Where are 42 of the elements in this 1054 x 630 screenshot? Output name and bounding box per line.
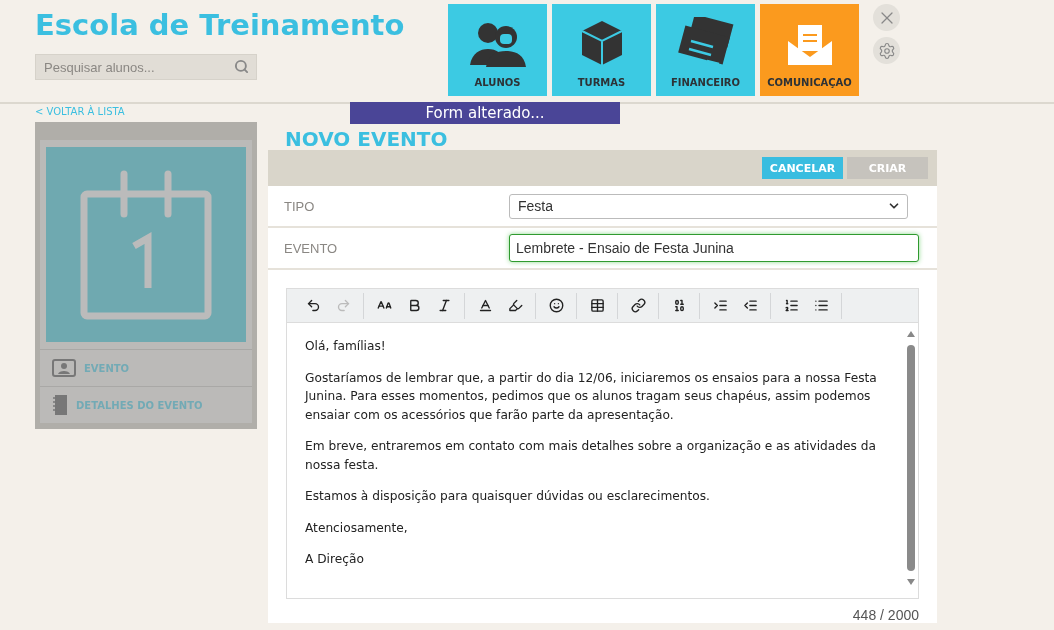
contact-card-icon bbox=[52, 359, 76, 377]
settings-icon bbox=[877, 41, 896, 60]
type-select[interactable]: Festa bbox=[509, 193, 908, 219]
paragraph: Estamos à disposição para quaisquer dúvidas ou esclarecimentos. bbox=[305, 488, 711, 505]
nav-tile[interactable]: COMUNICAÇAO bbox=[760, 4, 859, 96]
settings-button[interactable] bbox=[873, 37, 900, 64]
notebook-icon bbox=[52, 395, 68, 415]
event-input[interactable]: Lembrete - Ensaio de Festa Junina bbox=[509, 234, 919, 262]
box-icon bbox=[579, 19, 624, 67]
calendar-icon bbox=[80, 169, 212, 320]
link-icon bbox=[630, 298, 646, 313]
page-title: NOVO EVENTO bbox=[284, 126, 449, 150]
indent-icon bbox=[712, 298, 728, 313]
editor-content[interactable] bbox=[286, 323, 919, 599]
search-icon bbox=[234, 59, 249, 74]
field-label: EVENTO bbox=[283, 240, 339, 256]
outdent-icon bbox=[742, 298, 758, 313]
undo-icon bbox=[305, 298, 321, 313]
text-color-icon bbox=[477, 298, 493, 313]
italic-icon bbox=[436, 298, 452, 313]
banknote-icon bbox=[676, 17, 735, 67]
table-icon bbox=[589, 298, 605, 313]
paragraph: Gostaríamos de lembrar que, a partir do dia 12/06, iniciaremos os ensaios para a nossa Festa Junina. Para esses momentos, pedimos que os alunos tragam seus chapéus, assim podemos ensaiar com os acessórios que farão parte da apresentação. bbox=[305, 369, 878, 424]
search-field[interactable]: Pesquisar alunos... bbox=[35, 54, 257, 80]
nav-tile[interactable]: FINANCEIRO bbox=[656, 4, 755, 96]
emoji-icon bbox=[548, 298, 564, 313]
close-button[interactable] bbox=[873, 4, 900, 31]
envelope-icon bbox=[785, 23, 834, 67]
highlight-icon bbox=[507, 298, 523, 313]
paragraph: Em breve, entraremos em contato com mais detalhes sobre a organização e as atividades da nossa festa. bbox=[305, 438, 877, 474]
nav-tile[interactable]: ALUNOS bbox=[448, 4, 547, 96]
paragraph: A Direção bbox=[305, 551, 365, 568]
numbered-list-icon bbox=[783, 298, 799, 313]
toast-notification: Form alterado... bbox=[350, 102, 620, 124]
app-title: Escola de Treinamento bbox=[35, 8, 406, 42]
paragraph: Atenciosamente, bbox=[305, 519, 409, 537]
bullet-list-icon bbox=[813, 298, 829, 313]
nav-tile[interactable]: TURMAS bbox=[552, 4, 651, 96]
field-label: TIPO bbox=[283, 198, 316, 214]
paragraph: Olá, famílias! bbox=[305, 338, 387, 355]
redo-icon bbox=[335, 298, 351, 313]
character-counter: 448 / 2000 bbox=[852, 607, 919, 623]
